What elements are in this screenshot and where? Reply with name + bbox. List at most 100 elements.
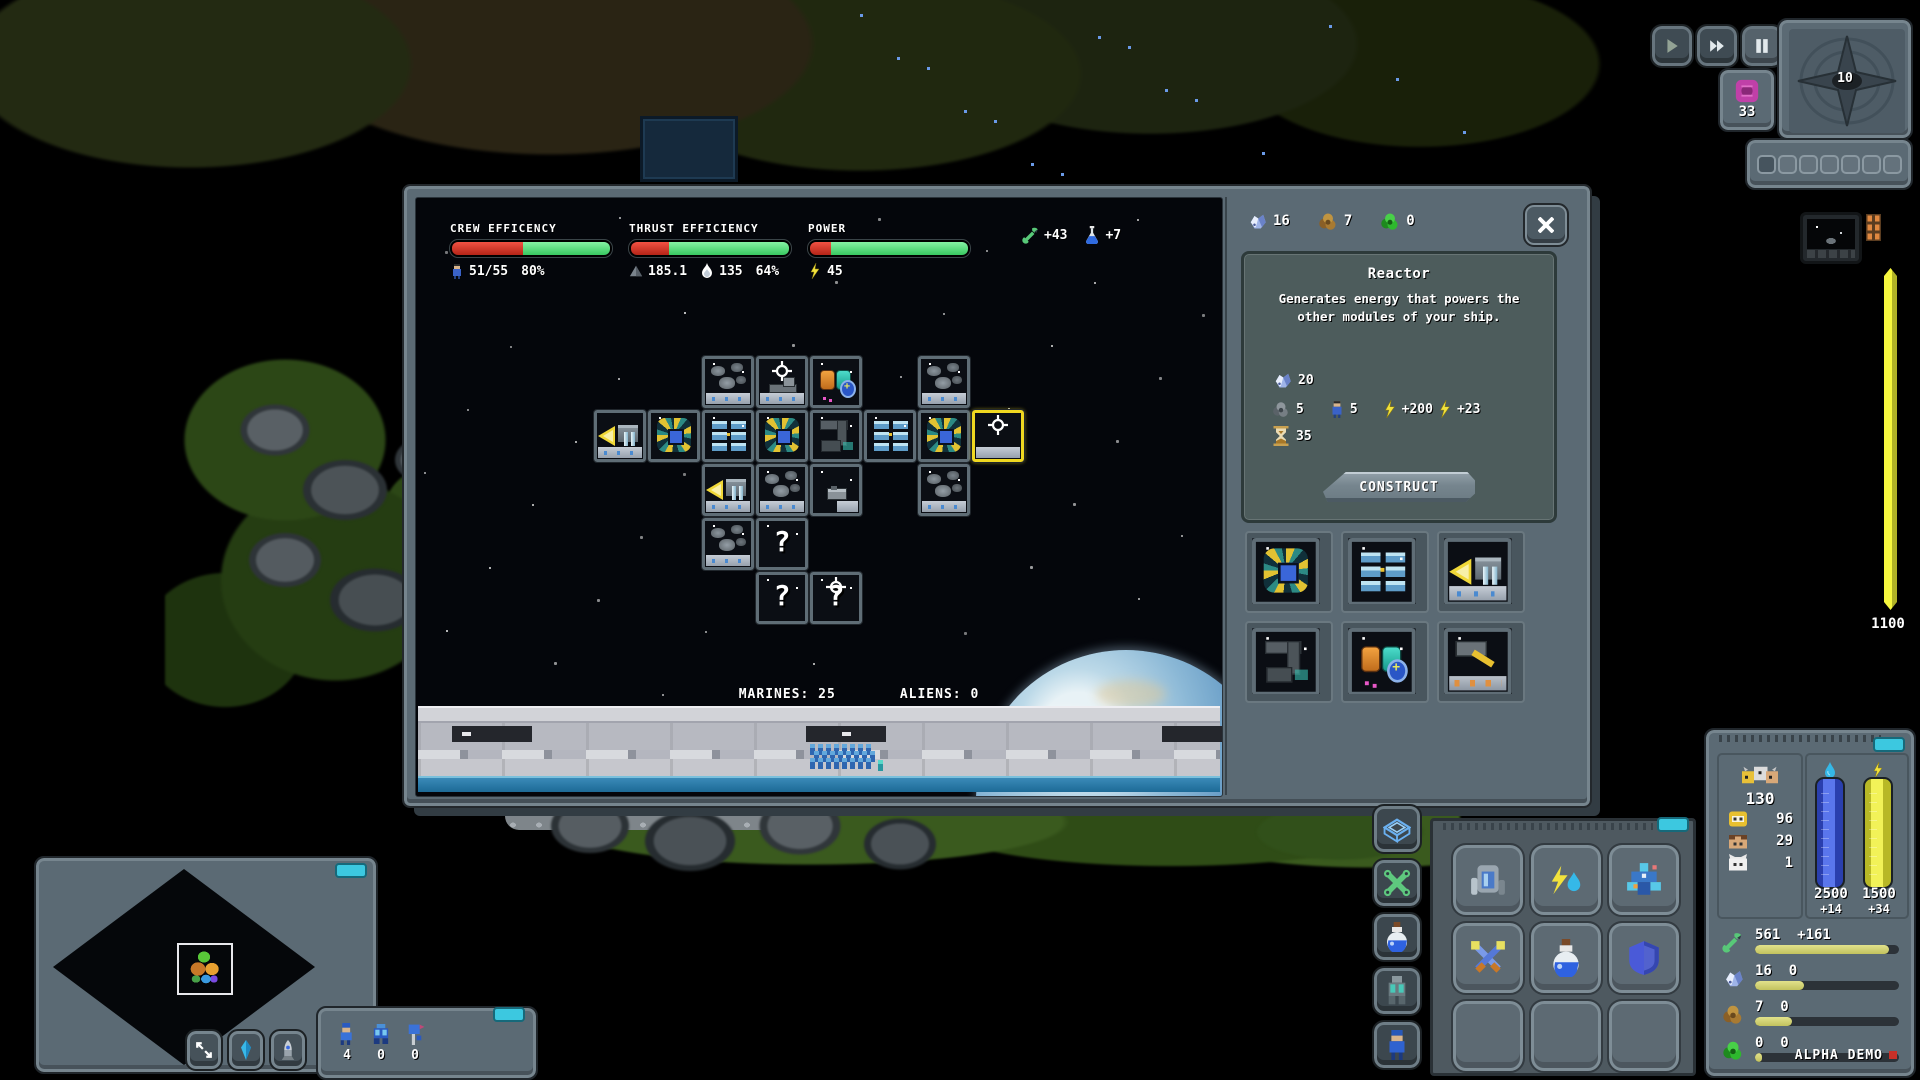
ship-module-asteroid[interactable] bbox=[702, 518, 754, 570]
specimen-counter[interactable]: 33 bbox=[1720, 70, 1774, 130]
aliens-count: ALIENS: 0 bbox=[900, 687, 979, 702]
ship-module-crew[interactable] bbox=[702, 410, 754, 462]
ability-slot[interactable] bbox=[1453, 1001, 1523, 1071]
rocket-icon bbox=[279, 1040, 297, 1060]
hud-slot[interactable] bbox=[1820, 155, 1839, 174]
expand-chip[interactable] bbox=[1873, 737, 1905, 752]
ship-module-containers[interactable] bbox=[810, 356, 862, 408]
cargo-crate bbox=[640, 116, 738, 182]
hud-slot[interactable] bbox=[1757, 155, 1776, 174]
altitude-slider[interactable] bbox=[1884, 268, 1897, 610]
crosshair-icon bbox=[826, 577, 846, 597]
hourglass-icon bbox=[1272, 426, 1290, 446]
tanks-box: 2500+141500+34 bbox=[1805, 753, 1909, 919]
close-button[interactable] bbox=[1525, 205, 1567, 245]
tab-repair[interactable] bbox=[1374, 860, 1420, 906]
construct-button[interactable]: CONSTRUCT bbox=[1323, 472, 1475, 502]
ship-module-question[interactable]: ? bbox=[810, 572, 862, 624]
ship-module-question[interactable]: ? bbox=[756, 518, 808, 570]
ship-module-reactor[interactable] bbox=[756, 410, 808, 462]
module-thumb-storage[interactable] bbox=[1348, 628, 1416, 694]
wrench-icon bbox=[1022, 226, 1040, 244]
tab-build[interactable] bbox=[1374, 806, 1420, 852]
module-thumb-mining[interactable] bbox=[1444, 628, 1512, 694]
module-option-crew-quarters[interactable] bbox=[1341, 531, 1429, 613]
module-option-reactor[interactable] bbox=[1245, 531, 1333, 613]
ship-viewport[interactable]: CREW EFFICENCY51/5580%THRUST EFFICIENCY1… bbox=[415, 197, 1223, 797]
io-stat: +7 bbox=[1083, 226, 1121, 244]
mech-unit-icon bbox=[371, 1023, 391, 1045]
unit-count: 0 bbox=[405, 1048, 425, 1063]
ship-module-asteroid[interactable] bbox=[756, 464, 808, 516]
module-thumb-crew-quarters[interactable] bbox=[1348, 538, 1416, 604]
generator-icon bbox=[1469, 861, 1507, 899]
module-thumb-reactor[interactable] bbox=[1252, 538, 1320, 604]
play-button[interactable] bbox=[1652, 26, 1692, 66]
ship-module-reactor[interactable] bbox=[648, 410, 700, 462]
tab-mech[interactable] bbox=[1374, 968, 1420, 1014]
hud-slot[interactable] bbox=[1862, 155, 1881, 174]
tab-crew[interactable] bbox=[1374, 1022, 1420, 1068]
minimap-chip[interactable] bbox=[335, 863, 367, 878]
bar-stats: 45 bbox=[808, 263, 970, 279]
fast-forward-button[interactable] bbox=[1697, 26, 1737, 66]
hud-slot[interactable] bbox=[1841, 155, 1860, 174]
ability-slot[interactable] bbox=[1609, 845, 1679, 915]
ship-module-reactor[interactable] bbox=[918, 410, 970, 462]
ship-module-asteroid[interactable] bbox=[918, 464, 970, 516]
ship-module-engine[interactable] bbox=[702, 464, 754, 516]
minimap-viewbox bbox=[177, 943, 233, 995]
squad-chip[interactable] bbox=[493, 1007, 525, 1022]
ship-module-question[interactable]: ? bbox=[756, 572, 808, 624]
hud-slot[interactable] bbox=[1883, 155, 1902, 174]
ship-module-engine[interactable] bbox=[594, 410, 646, 462]
crystal-icon bbox=[1272, 370, 1292, 390]
alpha-demo-badge: ALPHA DEMO bbox=[1795, 1048, 1897, 1063]
hud-slot[interactable] bbox=[1799, 155, 1818, 174]
ship-module-empty[interactable] bbox=[972, 410, 1024, 462]
bar-stats: 51/5580% bbox=[450, 263, 612, 279]
crew-row: 96 bbox=[1719, 808, 1801, 830]
detail-pane: 1670 Reactor Generates energy that power… bbox=[1225, 197, 1579, 795]
ship-module-drill[interactable] bbox=[756, 356, 808, 408]
ability-slot[interactable] bbox=[1453, 845, 1523, 915]
efficiency-bars: CREW EFFICENCY51/5580%THRUST EFFICIENCY1… bbox=[450, 222, 1010, 292]
crew-total: 130 bbox=[1719, 763, 1801, 808]
ability-slot[interactable] bbox=[1531, 845, 1601, 915]
ability-slot[interactable] bbox=[1531, 923, 1601, 993]
module-option-engine[interactable] bbox=[1437, 531, 1525, 613]
flame-icon bbox=[700, 263, 714, 279]
ship-module-asteroid[interactable] bbox=[918, 356, 970, 408]
ship-module-crew[interactable] bbox=[864, 410, 916, 462]
efficiency-bar-0: CREW EFFICENCY51/5580% bbox=[450, 222, 612, 279]
resource-count: 16 bbox=[1247, 211, 1290, 231]
hud-slot[interactable] bbox=[1778, 155, 1797, 174]
minimap-resources-view-button[interactable] bbox=[229, 1031, 263, 1069]
pause-button[interactable] bbox=[1742, 26, 1782, 66]
tank-value: 1500+34 bbox=[1853, 887, 1905, 917]
module-option-storage[interactable] bbox=[1341, 621, 1429, 703]
module-thumb-engine[interactable] bbox=[1444, 538, 1512, 604]
compass-gauge[interactable]: 10 bbox=[1779, 20, 1911, 138]
energy-icon bbox=[1871, 762, 1885, 778]
ship-module-moon-machine[interactable] bbox=[810, 464, 862, 516]
minimap-center-view-button[interactable] bbox=[187, 1031, 221, 1069]
ability-slot[interactable] bbox=[1609, 1001, 1679, 1071]
platform-window bbox=[1162, 726, 1223, 742]
crystal-icon bbox=[1247, 211, 1267, 231]
ability-slot[interactable] bbox=[1609, 923, 1679, 993]
mech-icon bbox=[1383, 976, 1411, 1006]
ability-slot[interactable] bbox=[1453, 923, 1523, 993]
module-thumb-machinery[interactable] bbox=[1252, 628, 1320, 694]
scanner-screen bbox=[1807, 219, 1855, 249]
panel-chip[interactable] bbox=[1657, 817, 1689, 832]
ability-slot[interactable] bbox=[1531, 1001, 1601, 1071]
ship-module-asteroid[interactable] bbox=[702, 356, 754, 408]
minimap-ship-view-button[interactable] bbox=[271, 1031, 305, 1069]
crew-row: 1 bbox=[1719, 852, 1801, 874]
io-stats: +43+7 bbox=[1022, 226, 1121, 244]
tab-research[interactable] bbox=[1374, 914, 1420, 960]
ship-module-machinery[interactable] bbox=[810, 410, 862, 462]
module-option-machinery[interactable] bbox=[1245, 621, 1333, 703]
module-option-mining[interactable] bbox=[1437, 621, 1525, 703]
